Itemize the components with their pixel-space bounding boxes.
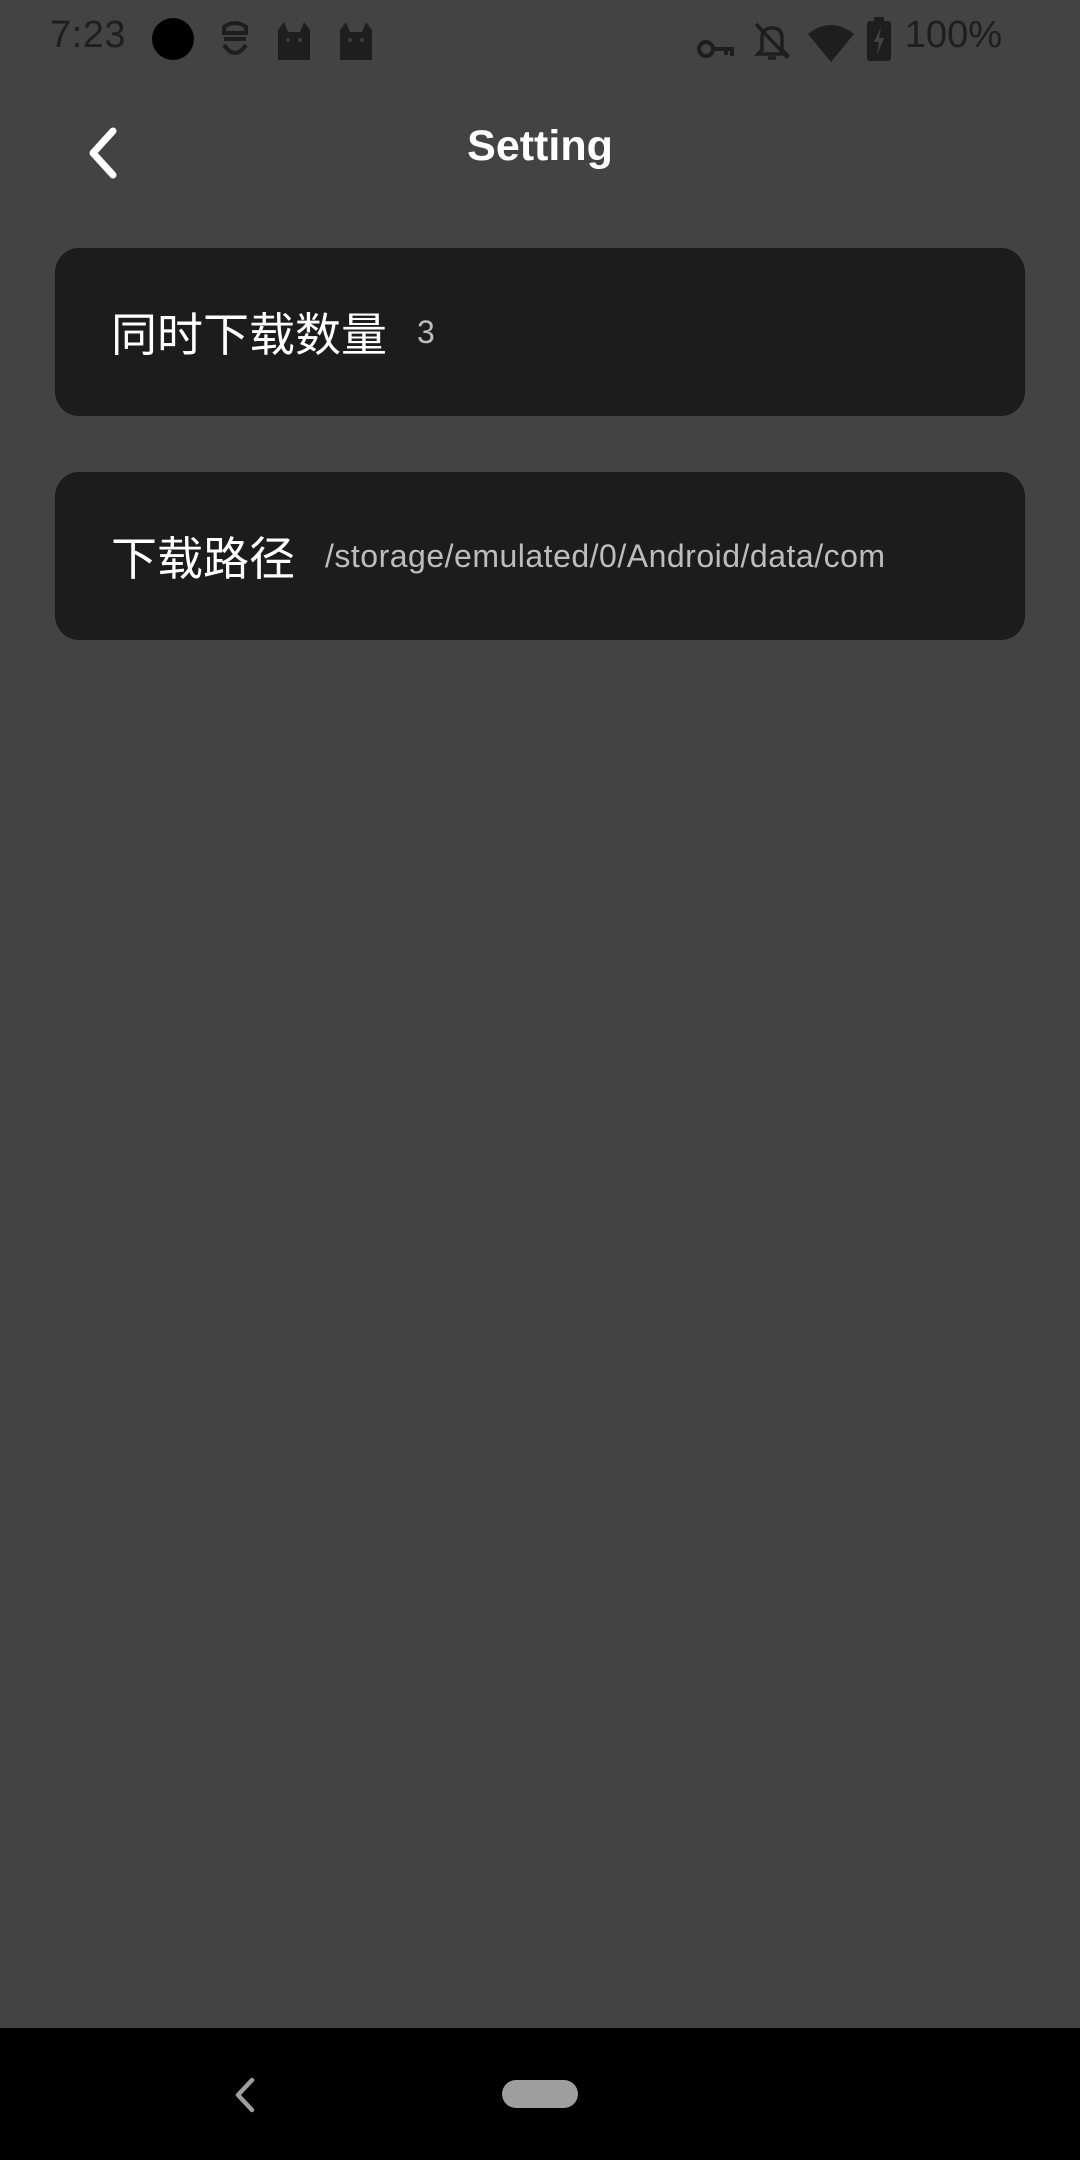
battery-percentage: 100% (904, 14, 1002, 56)
status-bar: 7:23 100% (0, 0, 1080, 78)
bell-off-icon (753, 22, 791, 60)
setting-label: 同时下载数量 (111, 308, 387, 362)
cat-app-icon (278, 22, 310, 60)
circle-icon (152, 18, 194, 60)
battery-charging-icon (867, 17, 891, 61)
setting-label: 下载路径 (111, 532, 295, 586)
nav-home-pill[interactable] (502, 2080, 578, 2108)
notification-app-icon (222, 21, 248, 55)
cat-app-icon (340, 22, 372, 60)
app-bar: Setting (0, 100, 1080, 204)
wifi-icon (808, 25, 854, 62)
page-title: Setting (467, 122, 613, 170)
setting-value: /storage/emulated/0/Android/data/com (325, 537, 886, 574)
setting-download-path[interactable]: 下载路径 /storage/emulated/0/Android/data/co… (55, 472, 1025, 640)
setting-value: 3 (417, 313, 436, 350)
navigation-bar (0, 2028, 1080, 2160)
setting-concurrent-downloads[interactable]: 同时下载数量 3 (55, 248, 1025, 416)
vpn-key-icon (697, 40, 734, 58)
status-time: 7:23 (50, 14, 126, 56)
nav-back-icon[interactable] (222, 2072, 268, 2118)
